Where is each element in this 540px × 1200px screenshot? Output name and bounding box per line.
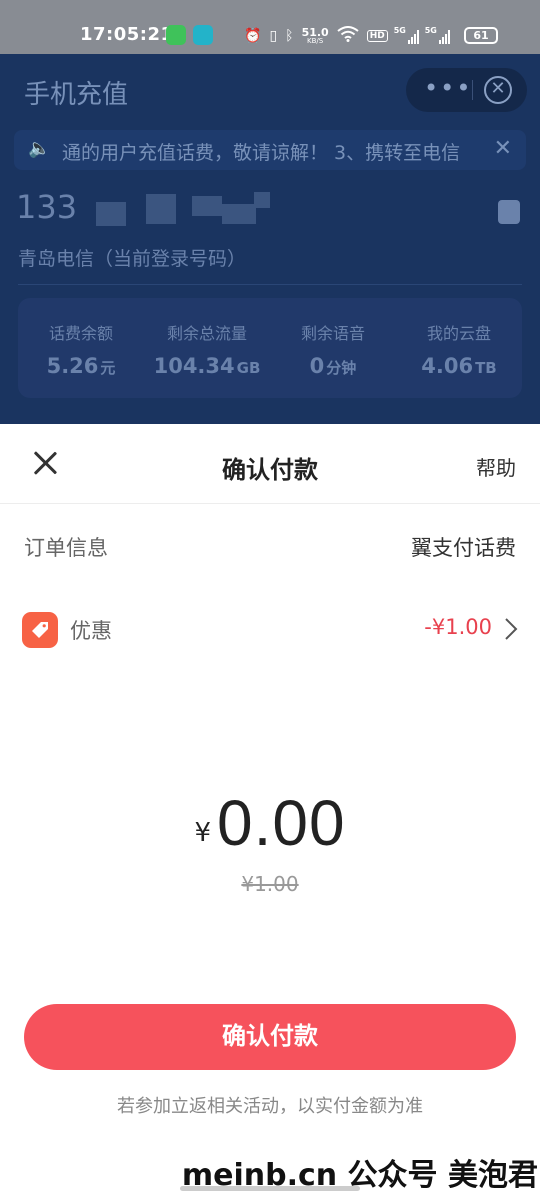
app-notification-icon [166,25,186,45]
redacted-block [96,202,126,226]
redacted-block [192,196,222,216]
wifi-icon [337,26,359,46]
status-icons: ⏰ ▯ ᛒ 51.0 KB/S HD 5G 5G [244,25,450,47]
status-bar: 17:05:21 ⏰ ▯ ᛒ 51.0 KB/S HD 5G 5G 61 [0,0,540,54]
notice-close-icon[interactable]: ✕ [494,136,512,161]
mini-program-capsule[interactable]: ••• ✕ [406,68,527,112]
stat-value: 104.34 [153,354,235,378]
amount-value: 0.00 [216,787,346,859]
notice-bar: 🔈 通的用户充值话费，敬请谅解！ 3、携转至电信 ✕ [14,130,526,170]
stat-voice[interactable]: 剩余语音 0 分钟 [270,298,396,398]
sheet-title: 确认付款 [222,456,318,484]
account-stats: 话费余额 5.26 元 剩余总流量 104.34 GB 剩余语音 0 分钟 我的云盘 … [18,298,522,398]
stat-data[interactable]: 剩余总流量 104.34 GB [144,298,270,398]
order-info-value: 翼支付话费 [411,536,516,560]
background-page: 手机充值 ••• ✕ 🔈 通的用户充值话费，敬请谅解！ 3、携转至电信 ✕ 13… [0,54,540,424]
close-mini-program-icon[interactable]: ✕ [484,76,512,104]
contacts-icon[interactable] [498,200,520,224]
stat-label: 剩余语音 [300,324,365,343]
page-title: 手机充值 [24,80,129,110]
redacted-block [254,192,270,208]
original-price: ¥1.00 [241,872,299,896]
battery-icon: 61 [464,27,498,44]
home-app-notification-icon [193,25,213,45]
order-info-label: 订单信息 [24,536,108,560]
more-icon[interactable]: ••• [424,74,472,102]
signal-2-label: 5G [424,26,437,35]
stat-unit: TB [475,359,497,377]
status-time: 17:05:21 [80,24,174,45]
stat-balance[interactable]: 话费余额 5.26 元 [18,298,144,398]
order-info-row: 订单信息 翼支付话费 [0,512,540,582]
coupon-label: 优惠 [70,619,112,643]
signal-1-label: 5G [393,26,406,35]
alarm-icon: ⏰ [244,28,262,44]
currency-symbol: ¥ [194,818,211,848]
capsule-divider [472,80,473,100]
signal-icon-2: 5G [424,26,450,44]
signal-icon-1: 5G [393,26,419,44]
chevron-right-icon [505,618,518,640]
stat-value: 4.06 [421,354,474,378]
stat-label: 我的云盘 [426,324,491,343]
stat-unit: 元 [100,359,116,377]
phone-number: 133 [16,188,78,226]
confirm-payment-button[interactable]: 确认付款 [24,1004,516,1070]
network-speed: 51.0 KB/S [302,27,329,45]
stat-cloud[interactable]: 我的云盘 4.06 TB [396,298,522,398]
sheet-header: 确认付款 帮助 [0,424,540,504]
coupon-tag-icon [22,612,58,648]
redacted-block [146,194,176,224]
rebate-note: 若参加立返相关活动，以实付金额为准 [117,1096,423,1117]
stat-value: 5.26 [46,354,99,378]
help-link[interactable]: 帮助 [476,452,516,481]
home-indicator[interactable] [180,1186,360,1191]
coupon-row[interactable]: 优惠 -¥1.00 [0,595,540,665]
stat-value: 0 [309,354,325,378]
vibrate-icon: ▯ [269,28,278,44]
notice-text: 通的用户充值话费，敬请谅解！ 3、携转至电信 [62,142,461,164]
payment-amount: ¥0.00 [0,786,540,860]
payment-sheet: 确认付款 帮助 订单信息 翼支付话费 优惠 -¥1.00 ¥0.00 ¥1.00… [0,424,540,1200]
network-speed-unit: KB/S [307,37,324,45]
speaker-icon: 🔈 [28,138,51,159]
hd-icon: HD [366,30,388,42]
redacted-block [222,204,256,224]
stat-unit: 分钟 [326,359,357,377]
bluetooth-icon: ᛒ [285,28,294,44]
stat-unit: GB [236,359,261,377]
carrier-label: 青岛电信（当前登录号码） [18,248,247,270]
divider [18,284,522,285]
stat-label: 剩余总流量 [166,324,247,343]
stat-label: 话费余额 [48,324,113,343]
coupon-discount: -¥1.00 [424,615,492,639]
